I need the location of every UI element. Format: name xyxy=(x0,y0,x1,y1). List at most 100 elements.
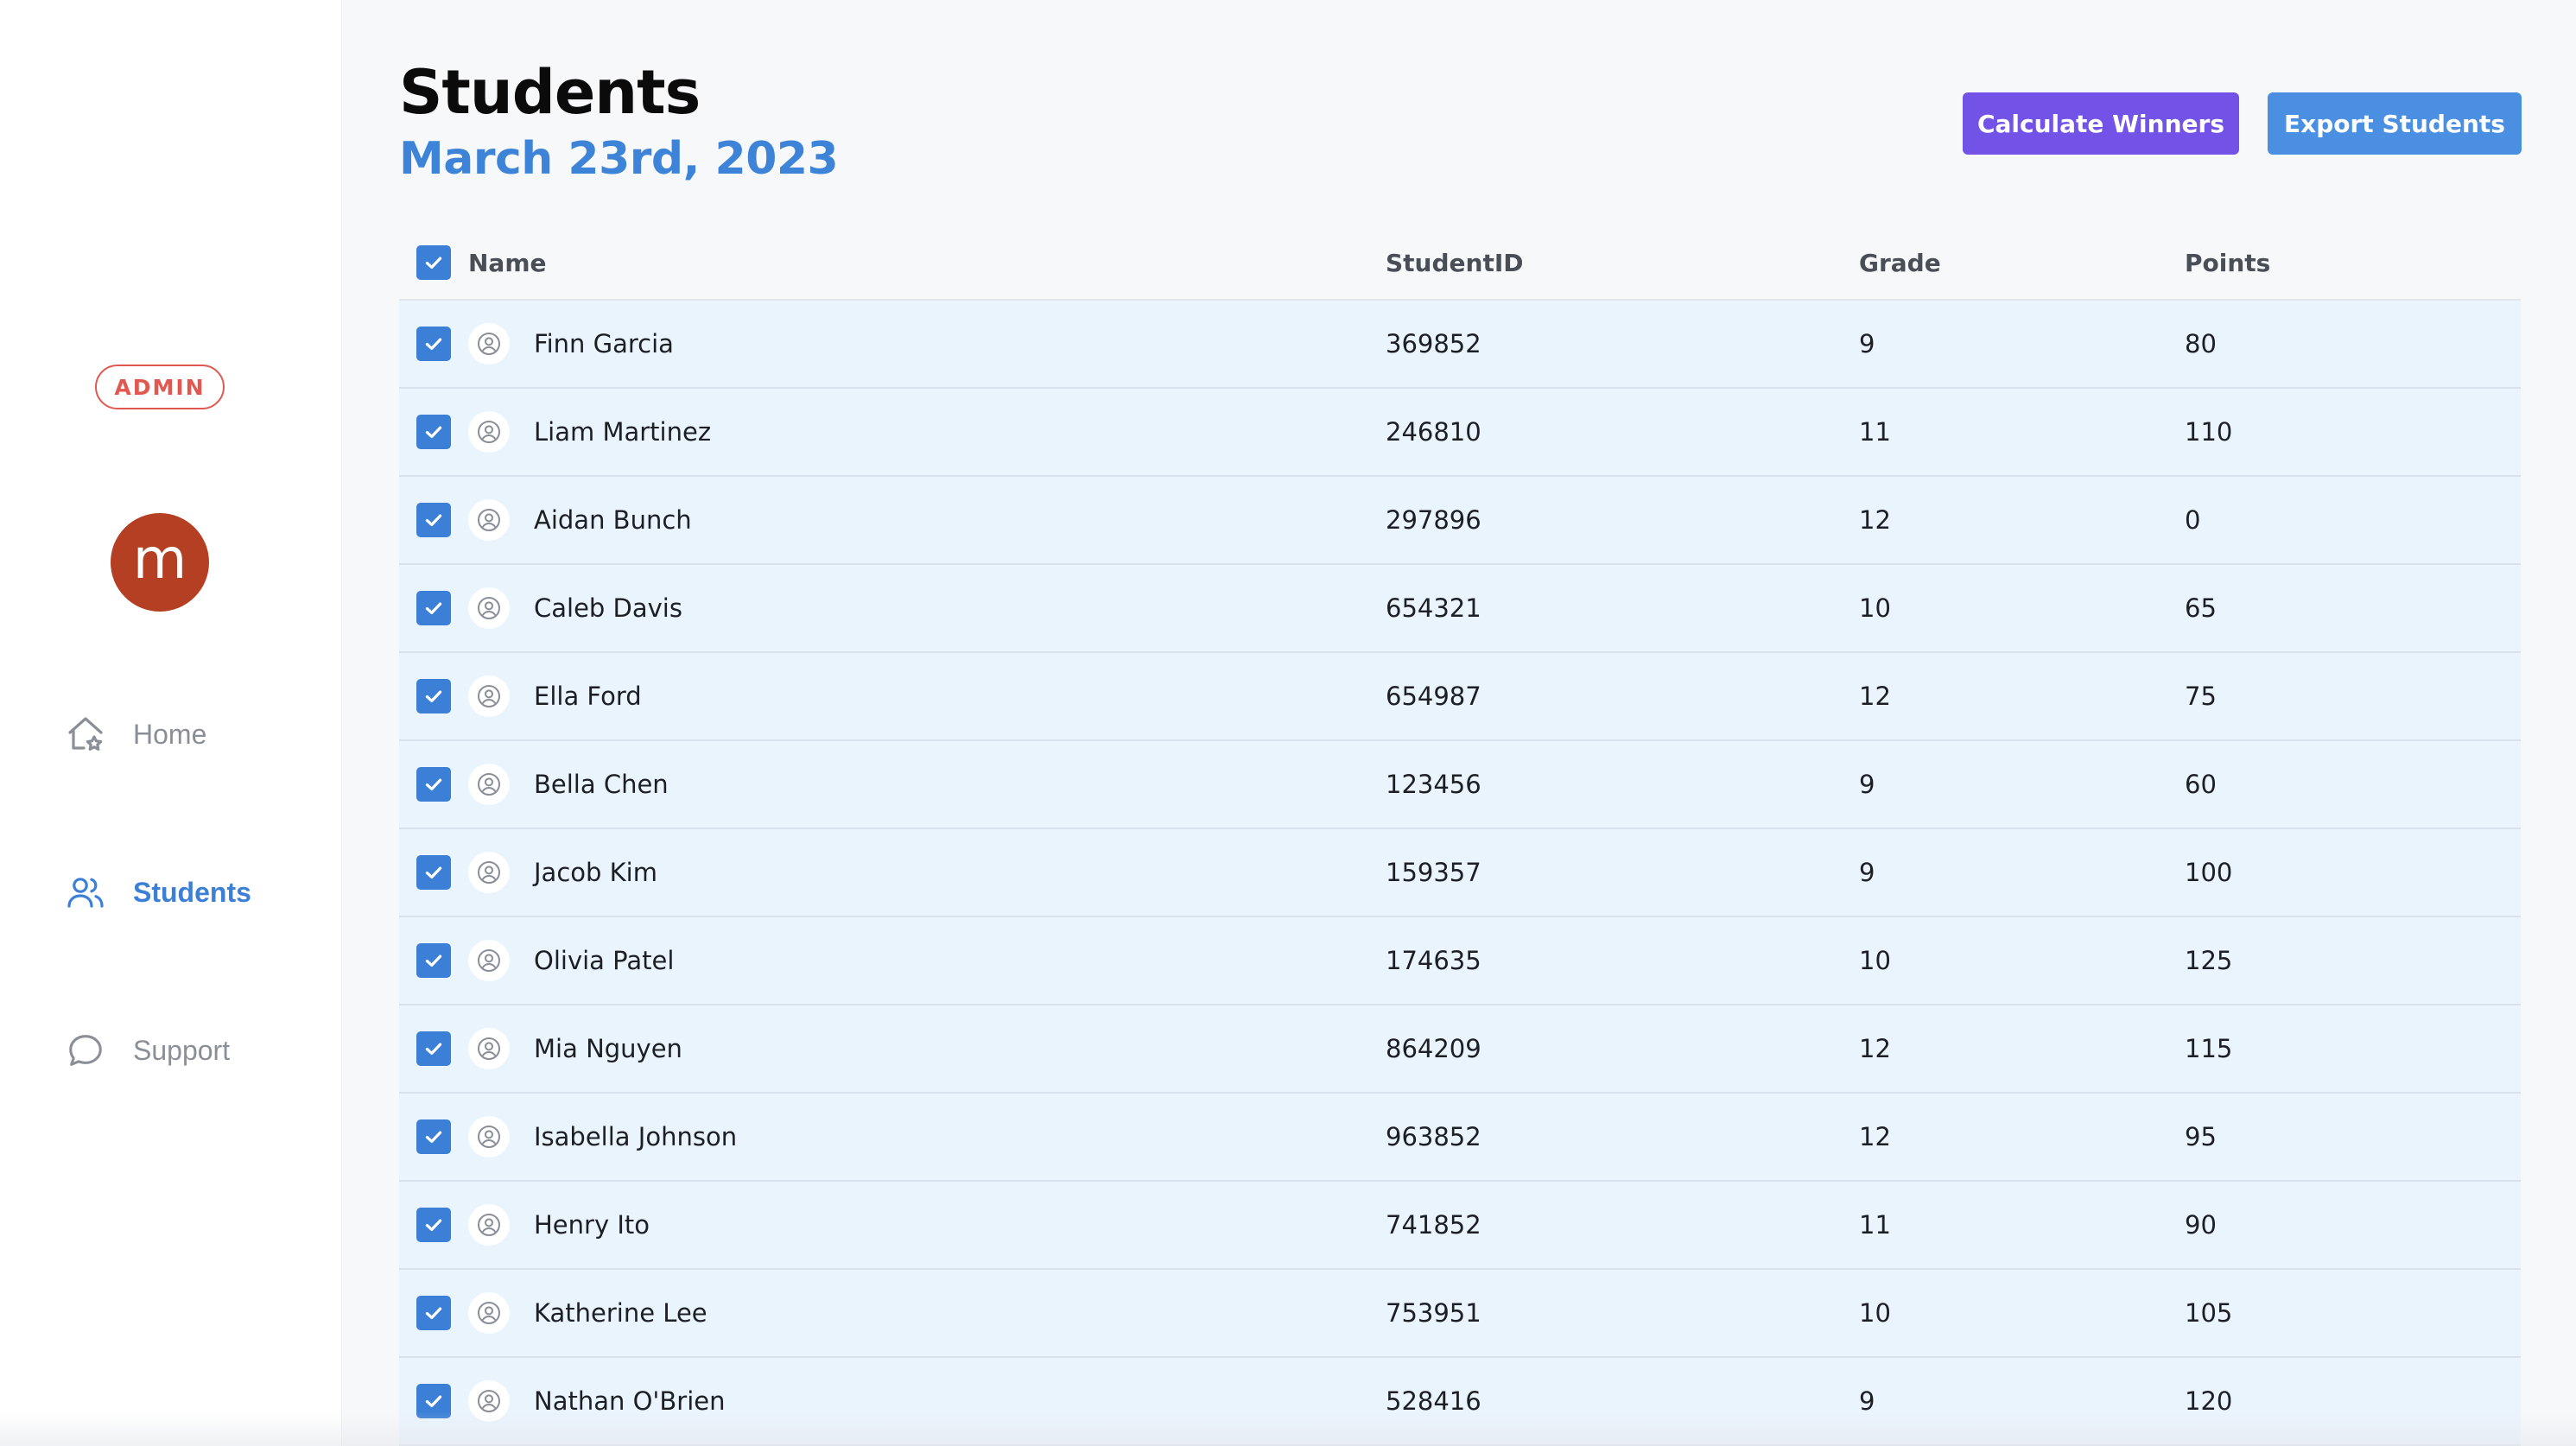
student-name: Henry Ito xyxy=(534,1210,650,1240)
admin-badge: ADMIN xyxy=(95,365,225,409)
nav-item-home[interactable]: Home xyxy=(64,710,323,758)
student-points: 60 xyxy=(2185,770,2217,799)
student-points: 0 xyxy=(2185,505,2201,535)
student-grade: 9 xyxy=(1859,858,1875,887)
table-row[interactable]: Liam Martinez 246810 11 110 xyxy=(399,389,2521,477)
nav-label-support: Support xyxy=(133,1034,231,1066)
student-points: 115 xyxy=(2185,1034,2233,1063)
student-points: 120 xyxy=(2185,1386,2233,1416)
table-row[interactable]: Olivia Patel 174635 10 125 xyxy=(399,917,2521,1005)
row-checkbox[interactable] xyxy=(416,943,451,978)
user-circle-icon xyxy=(468,1380,510,1422)
student-name: Aidan Bunch xyxy=(534,505,692,535)
student-name: Katherine Lee xyxy=(534,1298,707,1328)
student-id: 123456 xyxy=(1386,770,1482,799)
student-grade: 9 xyxy=(1859,329,1875,358)
table-row[interactable]: Caleb Davis 654321 10 65 xyxy=(399,565,2521,653)
user-circle-icon xyxy=(468,1204,510,1246)
student-id: 246810 xyxy=(1386,417,1482,447)
user-circle-icon xyxy=(468,1116,510,1157)
user-circle-icon xyxy=(468,499,510,541)
table-row[interactable]: Henry Ito 741852 11 90 xyxy=(399,1182,2521,1270)
checkmark-icon xyxy=(425,514,442,527)
checkmark-icon xyxy=(425,1219,442,1232)
row-checkbox[interactable] xyxy=(416,1296,451,1330)
students-table: Name StudentID Grade Points Finn Garcia … xyxy=(399,226,2521,1446)
student-points: 90 xyxy=(2185,1210,2217,1240)
column-header-grade[interactable]: Grade xyxy=(1859,249,2185,277)
student-points: 110 xyxy=(2185,417,2233,447)
row-checkbox[interactable] xyxy=(416,503,451,537)
table-row[interactable]: Jacob Kim 159357 9 100 xyxy=(399,829,2521,917)
student-grade: 9 xyxy=(1859,1386,1875,1416)
table-row[interactable]: Katherine Lee 753951 10 105 xyxy=(399,1270,2521,1358)
users-icon xyxy=(64,871,107,914)
row-checkbox[interactable] xyxy=(416,1119,451,1154)
student-id: 159357 xyxy=(1386,858,1482,887)
nav-item-students[interactable]: Students xyxy=(64,868,323,916)
nav-item-support[interactable]: Support xyxy=(64,1026,323,1075)
checkmark-icon xyxy=(425,338,442,351)
student-id: 654987 xyxy=(1386,682,1482,711)
checkmark-icon xyxy=(425,1131,442,1144)
student-grade: 11 xyxy=(1859,1210,1891,1240)
row-checkbox[interactable] xyxy=(416,1208,451,1242)
checkmark-icon xyxy=(425,690,442,703)
row-checkbox[interactable] xyxy=(416,327,451,361)
student-grade: 10 xyxy=(1859,593,1891,623)
row-checkbox[interactable] xyxy=(416,1384,451,1418)
user-circle-icon xyxy=(468,940,510,981)
user-circle-icon xyxy=(468,323,510,365)
row-checkbox[interactable] xyxy=(416,767,451,802)
student-id: 297896 xyxy=(1386,505,1482,535)
column-header-name[interactable]: Name xyxy=(468,249,1386,277)
row-checkbox[interactable] xyxy=(416,591,451,625)
row-checkbox[interactable] xyxy=(416,1031,451,1066)
table-header: Name StudentID Grade Points xyxy=(399,226,2521,301)
nav-label-home: Home xyxy=(133,718,207,750)
export-students-button[interactable]: Export Students xyxy=(2268,92,2522,155)
nav-label-students: Students xyxy=(133,876,251,908)
select-all-checkbox[interactable] xyxy=(416,245,451,280)
user-circle-icon xyxy=(468,675,510,717)
table-row[interactable]: Ella Ford 654987 12 75 xyxy=(399,653,2521,741)
user-circle-icon xyxy=(468,1292,510,1334)
student-grade: 12 xyxy=(1859,505,1891,535)
student-id: 174635 xyxy=(1386,946,1482,975)
avatar[interactable]: m xyxy=(111,513,209,612)
chat-bubble-icon xyxy=(64,1029,107,1072)
student-id: 753951 xyxy=(1386,1298,1482,1328)
student-points: 100 xyxy=(2185,858,2233,887)
student-grade: 10 xyxy=(1859,1298,1891,1328)
page-title: Students xyxy=(399,57,701,128)
row-checkbox[interactable] xyxy=(416,415,451,449)
calculate-winners-button[interactable]: Calculate Winners xyxy=(1963,92,2239,155)
student-id: 864209 xyxy=(1386,1034,1482,1063)
user-circle-icon xyxy=(468,852,510,893)
user-circle-icon xyxy=(468,1028,510,1069)
student-name: Olivia Patel xyxy=(534,946,675,975)
checkmark-icon xyxy=(425,1395,442,1408)
table-row[interactable]: Finn Garcia 369852 9 80 xyxy=(399,301,2521,389)
checkmark-icon xyxy=(425,778,442,791)
checkmark-icon xyxy=(425,257,442,270)
student-grade: 10 xyxy=(1859,946,1891,975)
column-header-points[interactable]: Points xyxy=(2185,249,2521,277)
table-row[interactable]: Nathan O'Brien 528416 9 120 xyxy=(399,1358,2521,1446)
row-checkbox[interactable] xyxy=(416,679,451,713)
student-grade: 12 xyxy=(1859,1122,1891,1151)
student-grade: 9 xyxy=(1859,770,1875,799)
student-grade: 11 xyxy=(1859,417,1891,447)
checkmark-icon xyxy=(425,426,442,439)
student-name: Isabella Johnson xyxy=(534,1122,738,1151)
table-row[interactable]: Bella Chen 123456 9 60 xyxy=(399,741,2521,829)
column-header-studentid[interactable]: StudentID xyxy=(1386,249,1859,277)
table-row[interactable]: Isabella Johnson 963852 12 95 xyxy=(399,1094,2521,1182)
table-row[interactable]: Mia Nguyen 864209 12 115 xyxy=(399,1005,2521,1094)
student-points: 65 xyxy=(2185,593,2217,623)
row-checkbox[interactable] xyxy=(416,855,451,890)
student-name: Mia Nguyen xyxy=(534,1034,682,1063)
student-id: 654321 xyxy=(1386,593,1482,623)
student-name: Jacob Kim xyxy=(534,858,657,887)
table-row[interactable]: Aidan Bunch 297896 12 0 xyxy=(399,477,2521,565)
